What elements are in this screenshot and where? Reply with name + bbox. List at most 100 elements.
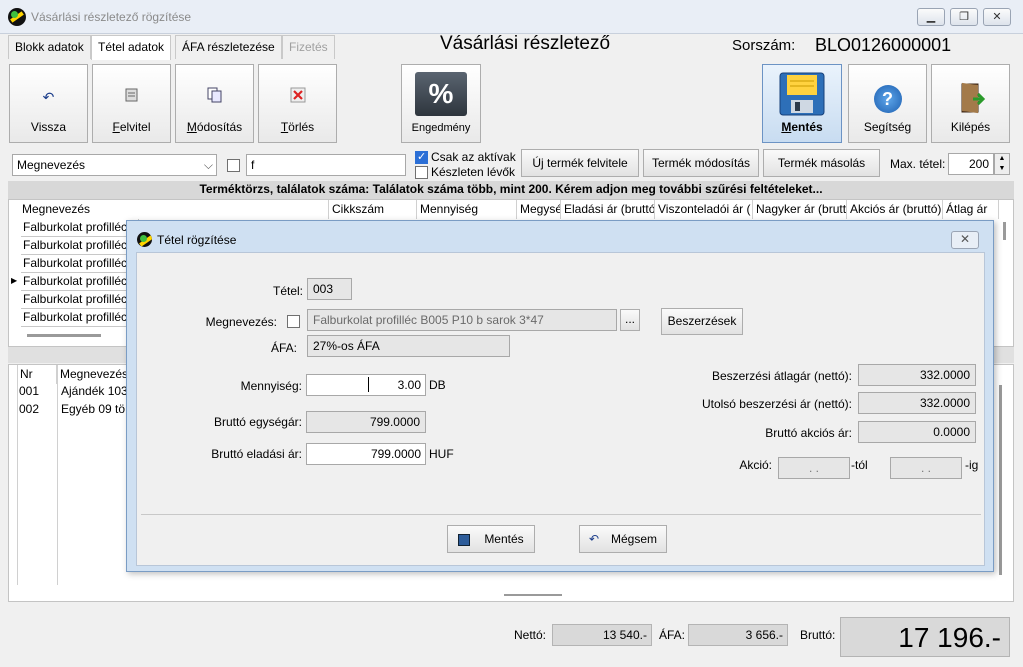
save-label: Mentés	[781, 120, 823, 134]
last-price-field: 332.0000	[858, 392, 976, 414]
modify-button[interactable]: Módosítás	[175, 64, 254, 143]
table-row[interactable]: Falburkolat profillécr	[21, 309, 139, 327]
documents-icon	[207, 87, 223, 106]
filter-field-select[interactable]: Megnevezés ⌵	[12, 154, 217, 176]
max-items-spinner[interactable]: ▲ ▼	[994, 153, 1010, 175]
col-header[interactable]: Viszonteladói ár (	[655, 200, 753, 219]
current-row-indicator-icon: ▶	[11, 276, 18, 285]
action-from-date[interactable]: . .	[778, 457, 850, 479]
item-name[interactable]: Egyéb 09 tö	[61, 402, 125, 416]
col-header[interactable]: Eladási ár (bruttó)	[561, 200, 655, 219]
col-header[interactable]: Cikkszám	[329, 200, 417, 219]
modify-product-button[interactable]: Termék módosítás	[643, 149, 759, 177]
in-stock-label: Készleten lévők	[431, 165, 516, 179]
text-cursor	[368, 377, 369, 392]
max-items-input[interactable]: 200	[948, 153, 994, 175]
sale-price-input[interactable]: 799.0000	[306, 443, 426, 465]
quantity-label: Mennyiség:	[240, 379, 302, 393]
floppy-disk-icon	[458, 533, 471, 546]
delete-label: Törlés	[280, 120, 315, 134]
exit-button[interactable]: Kilépés	[931, 64, 1010, 143]
item-label: Tétel:	[272, 284, 303, 298]
serial-value: BLO0126000001	[815, 35, 952, 55]
discount-button[interactable]: % Engedmény	[401, 64, 481, 143]
quantity-input[interactable]: 3.00	[306, 374, 426, 396]
to-suffix: -ig	[965, 458, 979, 472]
add-button[interactable]: Felvitel	[92, 64, 171, 143]
grid-line	[17, 365, 18, 585]
avg-price-label: Beszerzési átlagár (nettó):	[711, 369, 852, 383]
promo-price-label: Bruttó akciós ár:	[765, 426, 852, 440]
item-number: 003	[307, 278, 352, 300]
name-label: Megnevezés:	[205, 315, 277, 329]
tab-afa-reszletezese[interactable]: ÁFA részletezése	[175, 35, 282, 59]
app-logo-icon	[137, 232, 152, 247]
net-label: Nettó:	[514, 628, 547, 642]
filter-checkbox[interactable]	[227, 159, 240, 172]
help-icon: ?	[873, 85, 902, 113]
help-label: Segítség	[863, 120, 912, 134]
col-header[interactable]: Mennyiség	[417, 200, 517, 219]
horizontal-scrollbar[interactable]	[27, 334, 101, 337]
dialog-save-button[interactable]: Mentés	[447, 525, 535, 553]
dialog-body: Tétel: 003 Megnevezés: Falburkolat profi…	[136, 252, 985, 566]
only-active-label: Csak az aktívak	[431, 150, 516, 164]
col-header[interactable]: Átlag ár	[943, 200, 999, 219]
col-header-nr[interactable]: Nr	[17, 365, 57, 384]
vat-label: ÁFA:	[270, 341, 297, 355]
horizontal-scrollbar[interactable]	[504, 594, 562, 596]
col-header[interactable]: Nagyker ár (bruttó	[753, 200, 847, 219]
col-header[interactable]: Megysé	[517, 200, 561, 219]
product-name-field[interactable]: Falburkolat profilléc B005 P10 b sarok 3…	[307, 309, 617, 331]
dialog-title: Tétel rögzítése	[157, 233, 237, 247]
vertical-scrollbar[interactable]	[999, 385, 1002, 575]
col-header[interactable]: Megnevezés	[19, 200, 329, 219]
app-logo-icon	[8, 8, 26, 26]
dialog-close-button[interactable]: ✕	[951, 231, 979, 249]
col-header-name[interactable]: Megnevezés	[57, 365, 127, 384]
floppy-disk-icon	[778, 71, 826, 120]
quantity-unit: DB	[429, 378, 446, 392]
save-button[interactable]: Mentés	[762, 64, 842, 143]
help-button[interactable]: ? Segítség	[848, 64, 927, 143]
table-row[interactable]: Falburkolat profillécr	[21, 273, 139, 291]
gross-total: 17 196.-	[840, 617, 1010, 657]
tab-tetel-adatok[interactable]: Tétel adatok	[91, 35, 172, 60]
vat-label: ÁFA:	[659, 628, 686, 642]
back-label: Vissza	[30, 120, 67, 134]
filter-input[interactable]: f	[246, 154, 406, 176]
search-result-banner: Terméktörzs, találatok száma: Találatok …	[8, 181, 1014, 199]
last-price-label: Utolsó beszerzési ár (nettó):	[701, 397, 852, 411]
vertical-scrollbar[interactable]	[1003, 222, 1006, 240]
percent-icon: %	[415, 72, 467, 116]
grid-line	[57, 365, 58, 585]
maximize-button[interactable]: ❐	[950, 8, 978, 26]
in-stock-checkbox[interactable]	[415, 166, 428, 179]
back-button[interactable]: ↶ Vissza	[9, 64, 88, 143]
modify-label: Módosítás	[186, 120, 243, 134]
browse-button[interactable]: ...	[620, 309, 640, 331]
close-button[interactable]: ✕	[983, 8, 1011, 26]
from-suffix: -tól	[851, 458, 868, 472]
max-items-label: Max. tétel:	[890, 157, 946, 171]
action-to-date[interactable]: . .	[890, 457, 962, 479]
copy-product-button[interactable]: Termék másolás	[763, 149, 880, 177]
only-active-checkbox[interactable]	[415, 150, 428, 164]
name-checkbox[interactable]	[287, 315, 300, 328]
purchases-button[interactable]: Beszerzések	[661, 308, 743, 335]
table-row[interactable]: Falburkolat profillécr	[21, 291, 139, 309]
table-row[interactable]: Falburkolat profillécr	[21, 237, 139, 255]
minimize-button[interactable]: ▁	[917, 8, 945, 26]
new-product-button[interactable]: Új termék felvitele	[521, 149, 639, 177]
delete-button[interactable]: Törlés	[258, 64, 337, 143]
table-row[interactable]: Falburkolat profillécr	[21, 219, 139, 237]
tab-blokk-adatok[interactable]: Blokk adatok	[8, 35, 91, 59]
dialog-cancel-button[interactable]: ↶ Mégsem	[579, 525, 667, 553]
exit-door-icon	[956, 81, 986, 118]
promo-price-field: 0.0000	[858, 421, 976, 443]
item-nr[interactable]: 001	[19, 384, 39, 398]
item-name[interactable]: Ajándék 103	[61, 384, 128, 398]
col-header[interactable]: Akciós ár (bruttó)	[847, 200, 943, 219]
table-row[interactable]: Falburkolat profillécr	[21, 255, 139, 273]
item-nr[interactable]: 002	[19, 402, 39, 416]
